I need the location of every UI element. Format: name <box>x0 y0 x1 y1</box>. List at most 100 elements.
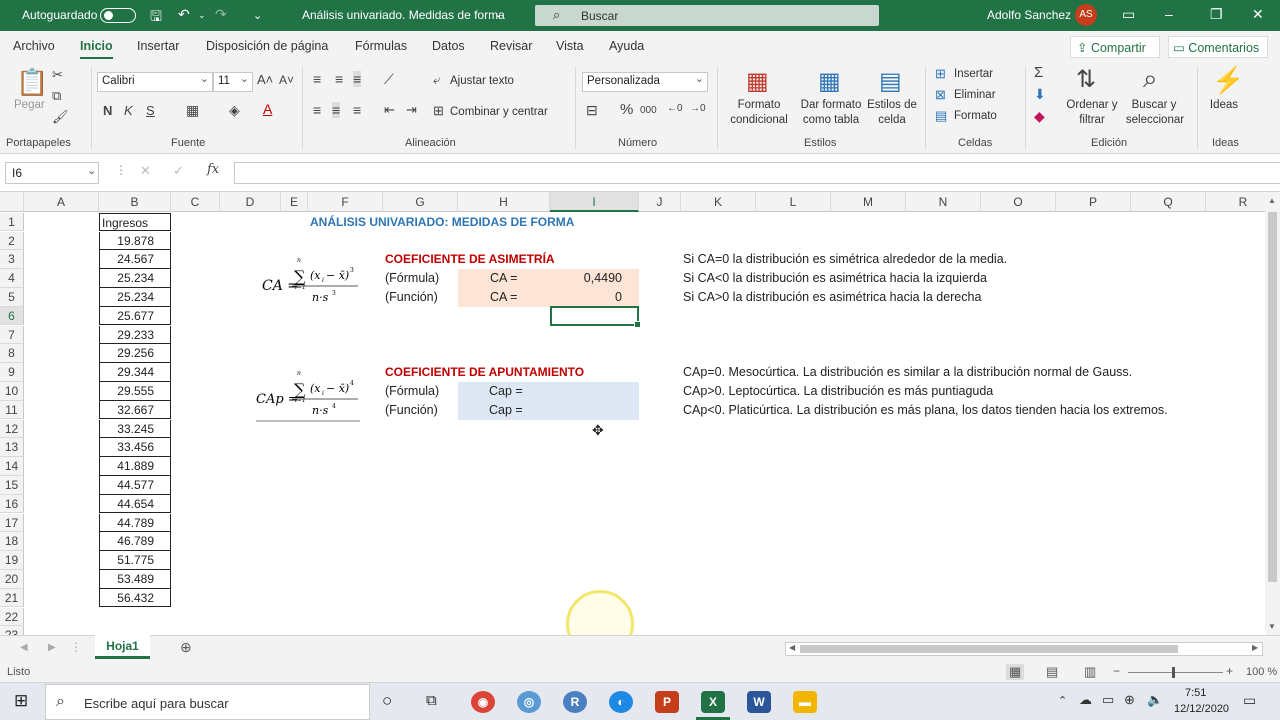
percent-icon[interactable]: % <box>620 101 633 118</box>
recorder-icon[interactable]: ◎ <box>517 691 541 713</box>
cut-icon[interactable]: ✂ <box>52 67 63 83</box>
ingresos-cell[interactable]: 44.654 <box>99 494 171 514</box>
row-header[interactable]: 11 <box>0 400 24 420</box>
accounting-format-icon[interactable]: ⊟ <box>586 102 598 119</box>
undo-dropdown-icon[interactable]: ⌄ <box>198 10 206 21</box>
align-left-icon[interactable]: ≡ <box>313 102 321 118</box>
insert-cells-label[interactable]: Insertar <box>954 68 993 80</box>
sort-filter-line2[interactable]: filtrar <box>1064 114 1120 126</box>
scroll-right-icon[interactable]: ▶ <box>1252 643 1258 652</box>
word-icon[interactable]: W <box>747 691 771 713</box>
row-header[interactable]: 19 <box>0 551 24 570</box>
zoom-level[interactable]: 100 % <box>1246 666 1277 678</box>
autosum-icon[interactable]: Σ <box>1034 64 1043 81</box>
sort-filter-line1[interactable]: Ordenar y <box>1064 99 1120 111</box>
paste-icon[interactable]: 📋 <box>16 67 48 98</box>
conditional-format-icon[interactable]: ▦ <box>746 67 769 96</box>
vertical-scrollbar[interactable]: ▲ ▼ <box>1265 192 1280 635</box>
minimize-icon[interactable]: – <box>1165 6 1173 22</box>
customize-toolbar-icon[interactable]: ⌄ <box>253 9 262 22</box>
tab-inicio[interactable]: Inicio <box>80 39 113 59</box>
clock-time[interactable]: 7:51 <box>1185 687 1206 699</box>
close-icon[interactable]: ✕ <box>1252 6 1264 23</box>
cell-styles-line2[interactable]: celda <box>864 114 920 126</box>
scroll-left-icon[interactable]: ◀ <box>789 643 795 652</box>
column-header[interactable]: G <box>383 192 458 212</box>
scroll-down-icon[interactable]: ▼ <box>1268 622 1276 631</box>
cell-styles-line1[interactable]: Estilos de <box>864 99 920 111</box>
cap-function-label[interactable]: (Función) <box>385 403 438 417</box>
tab-archivo[interactable]: Archivo <box>13 39 55 53</box>
worksheet-grid[interactable]: A B C D E F G H I J K L M N O P Q R 1 2 … <box>0 192 1265 635</box>
avatar[interactable]: AS <box>1075 4 1097 26</box>
undo-icon[interactable]: ↶ <box>178 6 190 23</box>
row-header[interactable]: 1 <box>0 212 24 232</box>
zoom-in-icon[interactable]: + <box>1226 664 1233 678</box>
column-header[interactable]: O <box>981 192 1056 212</box>
row-header[interactable]: 5 <box>0 287 24 307</box>
clock-date[interactable]: 12/12/2020 <box>1174 703 1229 715</box>
asimetria-note[interactable]: Si CA>0 la distribución es asimétrica ha… <box>683 290 981 304</box>
clear-icon[interactable]: ◆ <box>1034 108 1045 125</box>
tab-insertar[interactable]: Insertar <box>137 39 179 53</box>
tab-formulas[interactable]: Fórmulas <box>355 39 407 53</box>
normal-view-icon[interactable]: ▦ <box>1006 664 1025 680</box>
apuntamiento-note[interactable]: CAp=0. Mesocúrtica. La distribución es s… <box>683 365 1132 379</box>
fill-icon[interactable]: ⬇ <box>1034 86 1046 103</box>
column-header[interactable]: H <box>458 192 550 212</box>
share-button[interactable]: ⇪ Compartir <box>1070 36 1160 58</box>
column-header[interactable]: L <box>756 192 831 212</box>
row-header[interactable]: 18 <box>0 532 24 552</box>
ca-function-label[interactable]: (Función) <box>385 290 438 304</box>
ideas-label[interactable]: Ideas <box>1204 99 1244 111</box>
row-header[interactable]: 15 <box>0 475 24 495</box>
font-name-select[interactable]: Calibri <box>97 72 213 92</box>
apuntamiento-heading[interactable]: COEFICIENTE DE APUNTAMIENTO <box>385 365 584 379</box>
conditional-format-line1[interactable]: Formato <box>724 99 794 111</box>
volume-icon[interactable]: 🔈 <box>1147 692 1163 708</box>
excel-icon[interactable]: X <box>701 691 725 713</box>
delete-cells-label[interactable]: Eliminar <box>954 89 996 101</box>
row-header[interactable]: 14 <box>0 457 24 476</box>
row-header[interactable]: 22 <box>0 607 24 627</box>
browser-icon[interactable]: ◐ <box>609 691 633 713</box>
insert-cells-icon[interactable]: ⊞ <box>935 66 946 82</box>
column-header[interactable]: P <box>1056 192 1131 212</box>
row-header-selected[interactable]: 6 <box>0 306 24 326</box>
grow-font-icon[interactable]: A˄ <box>257 72 273 87</box>
name-box-chevron-icon[interactable]: ⌄ <box>87 164 96 177</box>
add-sheet-icon[interactable]: ⊕ <box>180 639 192 656</box>
column-header[interactable]: A <box>24 192 99 212</box>
copy-icon[interactable]: ⧉ <box>52 88 61 104</box>
tab-datos[interactable]: Datos <box>432 39 465 53</box>
increase-decimal-icon[interactable]: ←0 <box>667 103 683 114</box>
active-cell[interactable] <box>550 306 641 328</box>
row-header[interactable]: 21 <box>0 588 24 608</box>
windows-start-icon[interactable]: ⊞ <box>14 691 28 711</box>
ingresos-cell[interactable]: 29.256 <box>99 344 171 364</box>
zoom-slider-thumb[interactable] <box>1172 667 1175 678</box>
asimetria-note[interactable]: Si CA=0 la distribución es simétrica alr… <box>683 252 1007 266</box>
find-select-line2[interactable]: seleccionar <box>1120 114 1190 126</box>
save-icon[interactable]: 🖫 <box>150 6 162 30</box>
ingresos-cell[interactable]: 51.775 <box>99 551 171 570</box>
ca-label[interactable]: CA = <box>490 271 517 285</box>
cap-label[interactable]: Cap = <box>489 384 523 398</box>
merge-center-icon[interactable]: ⊞ <box>433 103 444 119</box>
orientation-icon[interactable]: ⟋ <box>384 71 394 88</box>
powerpoint-icon[interactable]: P <box>655 691 679 713</box>
ingresos-cell[interactable]: 24.567 <box>99 250 171 270</box>
column-header[interactable]: R <box>1206 192 1265 212</box>
tab-disposicion[interactable]: Disposición de página <box>206 39 328 53</box>
ingresos-cell[interactable]: 46.789 <box>99 532 171 552</box>
wrap-text-icon[interactable]: ⤶ <box>433 72 440 88</box>
ingresos-cell[interactable]: 44.577 <box>99 475 171 495</box>
font-color-icon[interactable]: A <box>263 101 272 117</box>
scroll-thumb[interactable] <box>1268 212 1277 582</box>
select-all-corner[interactable] <box>0 192 24 212</box>
ingresos-cell[interactable]: 19.878 <box>99 231 171 251</box>
italic-button[interactable]: K <box>124 103 133 118</box>
name-box[interactable]: I6 <box>5 162 99 184</box>
row-header[interactable]: 13 <box>0 438 24 458</box>
network-icon[interactable]: ⊕ <box>1124 692 1135 708</box>
